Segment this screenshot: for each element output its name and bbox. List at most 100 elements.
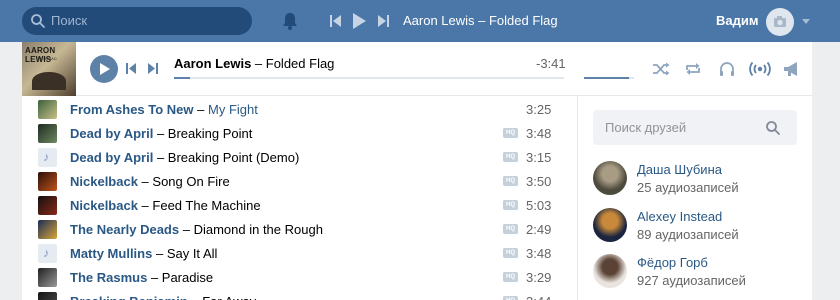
camera-icon (774, 16, 786, 27)
track-thumbnail[interactable] (38, 292, 57, 300)
friends-sidebar: Поиск друзей Даша Шубина 25 аудиозаписей A… (577, 96, 812, 300)
friend-name[interactable]: Даша Шубина (637, 162, 722, 177)
track-artist[interactable]: Nickelback (70, 198, 138, 213)
album-cover-title: AARON LEWIS (25, 46, 56, 64)
user-name[interactable]: Вадим (716, 13, 758, 28)
next-track-icon[interactable] (148, 63, 158, 74)
track-title[interactable]: My Fight (208, 102, 258, 117)
chevron-down-icon[interactable] (801, 16, 811, 26)
track-duration: 3:15 (526, 150, 552, 165)
track-row[interactable]: ♪ Dead by April – Breaking Point (Demo) HQ… (22, 146, 577, 170)
hq-badge: HQ (503, 152, 518, 162)
megaphone-icon[interactable] (783, 61, 801, 77)
track-duration: 2:49 (526, 222, 552, 237)
track-artist[interactable]: Dead by April (70, 150, 153, 165)
track-separator: – (193, 102, 208, 117)
track-text: The Nearly Deads – Diamond in the Rough (70, 222, 323, 237)
track-title: Diamond in the Rough (193, 222, 323, 237)
track-artist[interactable]: Matty Mullins (70, 246, 152, 261)
track-list: From Ashes To New – My Fight 3:25 Dead by … (22, 96, 577, 300)
search-icon (766, 121, 780, 135)
friend-name[interactable]: Фёдор Горб (637, 255, 708, 270)
track-separator: – (179, 222, 194, 237)
header-now-playing[interactable]: Aaron Lewis – Folded Flag (403, 13, 558, 28)
player-time[interactable]: -3:41 (536, 56, 566, 71)
music-note-icon[interactable]: ♪ (38, 244, 57, 263)
track-row[interactable]: Nickelback – Song On Fire HQ 3:50 (22, 170, 577, 194)
track-artist[interactable]: The Nearly Deads (70, 222, 179, 237)
volume-slider[interactable] (584, 77, 634, 79)
friend-item[interactable]: Даша Шубина 25 аудиозаписей (593, 161, 803, 201)
broadcast-icon[interactable] (749, 61, 771, 77)
track-thumbnail[interactable] (38, 172, 57, 191)
play-icon (100, 63, 110, 75)
track-text: Breaking Benjamin – Far Away (70, 294, 256, 300)
friend-item[interactable]: Alexey Instead 89 аудиозаписей (593, 208, 803, 248)
play-button[interactable] (90, 55, 118, 83)
player-track-title[interactable]: Aaron Lewis – Folded Flag (174, 56, 334, 71)
track-text: Dead by April – Breaking Point (70, 126, 252, 141)
track-separator: – (137, 198, 153, 213)
friends-search-input[interactable]: Поиск друзей (593, 110, 797, 145)
player-separator: – (251, 56, 266, 71)
search-placeholder: Поиск (51, 13, 88, 28)
audio-player: AARON LEWIS THE ROAD Aaron Lewis – Folde… (22, 42, 812, 96)
track-duration: 3:25 (526, 102, 552, 117)
previous-track-icon[interactable] (330, 14, 342, 28)
music-note-icon[interactable]: ♪ (38, 148, 57, 167)
track-title: Breaking Point (Demo) (167, 150, 300, 165)
headphones-icon[interactable] (718, 61, 736, 77)
user-avatar[interactable] (766, 8, 794, 36)
track-row[interactable]: From Ashes To New – My Fight 3:25 (22, 98, 577, 122)
player-artist[interactable]: Aaron Lewis (174, 56, 251, 71)
track-thumbnail[interactable] (38, 196, 57, 215)
friend-avatar[interactable] (593, 208, 627, 242)
track-thumbnail[interactable] (38, 220, 57, 239)
hq-badge: HQ (503, 200, 518, 210)
hq-badge: HQ (503, 128, 518, 138)
friends-search-placeholder: Поиск друзей (605, 120, 687, 135)
track-artist[interactable]: The Rasmus (70, 270, 147, 285)
previous-track-icon[interactable] (126, 63, 136, 74)
track-artist[interactable]: Breaking Benjamin (70, 294, 188, 300)
repeat-icon[interactable] (684, 61, 702, 77)
track-text: Nickelback – Feed The Machine (70, 198, 261, 213)
play-icon[interactable] (353, 12, 366, 30)
track-artist[interactable]: From Ashes To New (70, 102, 194, 117)
track-duration: 3:48 (526, 126, 552, 141)
track-title: Far Away (202, 294, 256, 300)
track-title: Say It All (166, 246, 218, 261)
track-row[interactable]: ♪ Matty Mullins – Say It All HQ 3:48 (22, 242, 577, 266)
track-artist[interactable]: Nickelback (70, 174, 138, 189)
friend-audio-count: 25 аудиозаписей (637, 180, 739, 195)
player-title[interactable]: Folded Flag (266, 56, 335, 71)
friend-avatar[interactable] (593, 254, 627, 288)
bell-icon[interactable] (280, 11, 300, 31)
friend-name[interactable]: Alexey Instead (637, 209, 722, 224)
track-artist[interactable]: Dead by April (70, 126, 153, 141)
volume-fill (584, 77, 629, 79)
track-row[interactable]: Breaking Benjamin – Far Away HQ 3:44 (22, 290, 577, 300)
track-duration: 3:29 (526, 270, 552, 285)
next-track-icon[interactable] (377, 14, 389, 28)
track-title: Song On Fire (152, 174, 230, 189)
progress-bar[interactable] (174, 77, 564, 79)
track-duration: 3:50 (526, 174, 552, 189)
friend-item[interactable]: Фёдор Горб 927 аудиозаписей (593, 254, 803, 294)
track-row[interactable]: The Rasmus – Paradise HQ 3:29 (22, 266, 577, 290)
track-row[interactable]: Nickelback – Feed The Machine HQ 5:03 (22, 194, 577, 218)
search-input[interactable]: Поиск (22, 7, 252, 35)
track-row[interactable]: Dead by April – Breaking Point HQ 3:48 (22, 122, 577, 146)
track-thumbnail[interactable] (38, 100, 57, 119)
track-text: Dead by April – Breaking Point (Demo) (70, 150, 299, 165)
hq-badge: HQ (503, 296, 518, 300)
track-thumbnail[interactable] (38, 124, 57, 143)
shuffle-icon[interactable] (652, 61, 670, 77)
track-text: From Ashes To New – My Fight (70, 102, 258, 117)
track-row[interactable]: The Nearly Deads – Diamond in the Rough H… (22, 218, 577, 242)
track-separator: – (152, 246, 167, 261)
friend-avatar[interactable] (593, 161, 627, 195)
track-text: The Rasmus – Paradise (70, 270, 213, 285)
track-thumbnail[interactable] (38, 268, 57, 287)
track-title: Feed The Machine (152, 198, 261, 213)
